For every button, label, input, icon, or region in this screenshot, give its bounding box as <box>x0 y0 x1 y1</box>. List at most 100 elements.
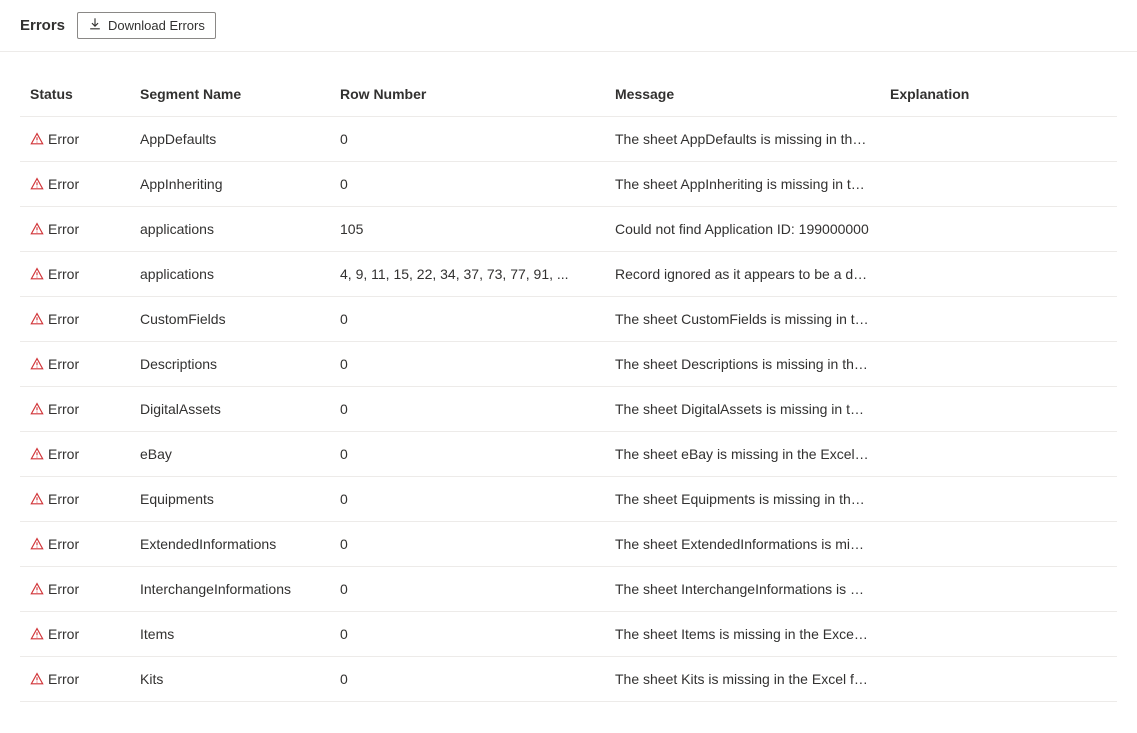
cell-segment: Equipments <box>130 477 330 522</box>
cell-message: The sheet CustomFields is missing in the… <box>605 297 880 342</box>
cell-row-number: 0 <box>330 387 605 432</box>
download-errors-label: Download Errors <box>108 18 205 33</box>
cell-message: The sheet InterchangeInformations is mi.… <box>605 567 880 612</box>
status-label: Error <box>48 401 79 417</box>
download-errors-button[interactable]: Download Errors <box>77 12 216 39</box>
cell-status: Error <box>20 657 130 702</box>
table-header-row: Status Segment Name Row Number Message E… <box>20 72 1117 117</box>
cell-row-number: 0 <box>330 297 605 342</box>
cell-segment: applications <box>130 207 330 252</box>
warning-icon <box>30 627 44 641</box>
table-row[interactable]: ErrorAppDefaults0The sheet AppDefaults i… <box>20 117 1117 162</box>
table-row[interactable]: ErrorKits0The sheet Kits is missing in t… <box>20 657 1117 702</box>
cell-row-number: 0 <box>330 162 605 207</box>
cell-message: The sheet AppInheriting is missing in th… <box>605 162 880 207</box>
cell-row-number: 0 <box>330 477 605 522</box>
warning-icon <box>30 402 44 416</box>
cell-segment: Items <box>130 612 330 657</box>
warning-icon <box>30 447 44 461</box>
table-row[interactable]: Error DigitalAssets0The sheet DigitalAsse… <box>20 387 1117 432</box>
header: Errors Download Errors <box>0 0 1137 52</box>
cell-message: The sheet Descriptions is missing in the… <box>605 342 880 387</box>
cell-explanation <box>880 612 1117 657</box>
col-header-segment[interactable]: Segment Name <box>130 72 330 117</box>
table-row[interactable]: Error Items0The sheet Items is missing in… <box>20 612 1117 657</box>
cell-row-number: 0 <box>330 342 605 387</box>
cell-explanation <box>880 342 1117 387</box>
cell-explanation <box>880 117 1117 162</box>
download-icon <box>88 17 102 34</box>
page-title: Errors <box>20 17 65 34</box>
cell-message: The sheet Kits is missing in the Excel f… <box>605 657 880 702</box>
table-row[interactable]: Errorapplications105Could not find Appli… <box>20 207 1117 252</box>
cell-row-number: 105 <box>330 207 605 252</box>
table-row[interactable]: Error Equipments0The sheet Equipments is … <box>20 477 1117 522</box>
table-row[interactable]: ErroreBay0The sheet eBay is missing in t… <box>20 432 1117 477</box>
col-header-explanation[interactable]: Explanation <box>880 72 1117 117</box>
col-header-status[interactable]: Status <box>20 72 130 117</box>
cell-explanation <box>880 252 1117 297</box>
status-label: Error <box>48 131 79 147</box>
cell-explanation <box>880 522 1117 567</box>
cell-explanation <box>880 297 1117 342</box>
status-label: Error <box>48 671 79 687</box>
cell-segment: eBay <box>130 432 330 477</box>
cell-status: Error <box>20 477 130 522</box>
cell-status: Error <box>20 297 130 342</box>
errors-table-wrap: Status Segment Name Row Number Message E… <box>0 52 1137 702</box>
status-label: Error <box>48 356 79 372</box>
cell-explanation <box>880 657 1117 702</box>
table-row[interactable]: Error Descriptions0The sheet Descriptions… <box>20 342 1117 387</box>
cell-row-number: 0 <box>330 117 605 162</box>
cell-row-number: 0 <box>330 612 605 657</box>
col-header-message[interactable]: Message <box>605 72 880 117</box>
table-row[interactable]: ErrorExtendedInformations0The sheet Exte… <box>20 522 1117 567</box>
warning-icon <box>30 222 44 236</box>
status-label: Error <box>48 176 79 192</box>
warning-icon <box>30 177 44 191</box>
cell-explanation <box>880 207 1117 252</box>
cell-message: The sheet Equipments is missing in the .… <box>605 477 880 522</box>
cell-message: The sheet AppDefaults is missing in the … <box>605 117 880 162</box>
cell-message: Could not find Application ID: 199000000 <box>605 207 880 252</box>
status-label: Error <box>48 266 79 282</box>
cell-status: Error <box>20 342 130 387</box>
status-label: Error <box>48 311 79 327</box>
cell-status: Error <box>20 522 130 567</box>
cell-row-number: 4, 9, 11, 15, 22, 34, 37, 73, 77, 91, ..… <box>330 252 605 297</box>
cell-status: Error <box>20 162 130 207</box>
cell-status: Error <box>20 567 130 612</box>
cell-row-number: 0 <box>330 657 605 702</box>
cell-segment: Descriptions <box>130 342 330 387</box>
cell-explanation <box>880 387 1117 432</box>
cell-explanation <box>880 432 1117 477</box>
col-header-row[interactable]: Row Number <box>330 72 605 117</box>
table-body: ErrorAppDefaults0The sheet AppDefaults i… <box>20 117 1117 702</box>
table-row[interactable]: Error CustomFields0The sheet CustomFields… <box>20 297 1117 342</box>
warning-icon <box>30 132 44 146</box>
warning-icon <box>30 672 44 686</box>
table-row[interactable]: Errorapplications4, 9, 11, 15, 22, 34, 3… <box>20 252 1117 297</box>
cell-row-number: 0 <box>330 432 605 477</box>
warning-icon <box>30 267 44 281</box>
warning-icon <box>30 582 44 596</box>
cell-segment: DigitalAssets <box>130 387 330 432</box>
cell-message: The sheet ExtendedInformations is missi.… <box>605 522 880 567</box>
cell-segment: InterchangeInformations <box>130 567 330 612</box>
status-label: Error <box>48 446 79 462</box>
status-label: Error <box>48 581 79 597</box>
cell-row-number: 0 <box>330 522 605 567</box>
cell-segment: CustomFields <box>130 297 330 342</box>
table-row[interactable]: ErrorInterchangeInformations0The sheet I… <box>20 567 1117 612</box>
status-label: Error <box>48 491 79 507</box>
cell-status: Error <box>20 387 130 432</box>
cell-message: The sheet DigitalAssets is missing in th… <box>605 387 880 432</box>
cell-message: The sheet Items is missing in the Excel … <box>605 612 880 657</box>
table-row[interactable]: ErrorAppInheriting0The sheet AppInheriti… <box>20 162 1117 207</box>
status-label: Error <box>48 626 79 642</box>
cell-status: Error <box>20 252 130 297</box>
cell-explanation <box>880 477 1117 522</box>
warning-icon <box>30 537 44 551</box>
cell-status: Error <box>20 612 130 657</box>
cell-status: Error <box>20 117 130 162</box>
